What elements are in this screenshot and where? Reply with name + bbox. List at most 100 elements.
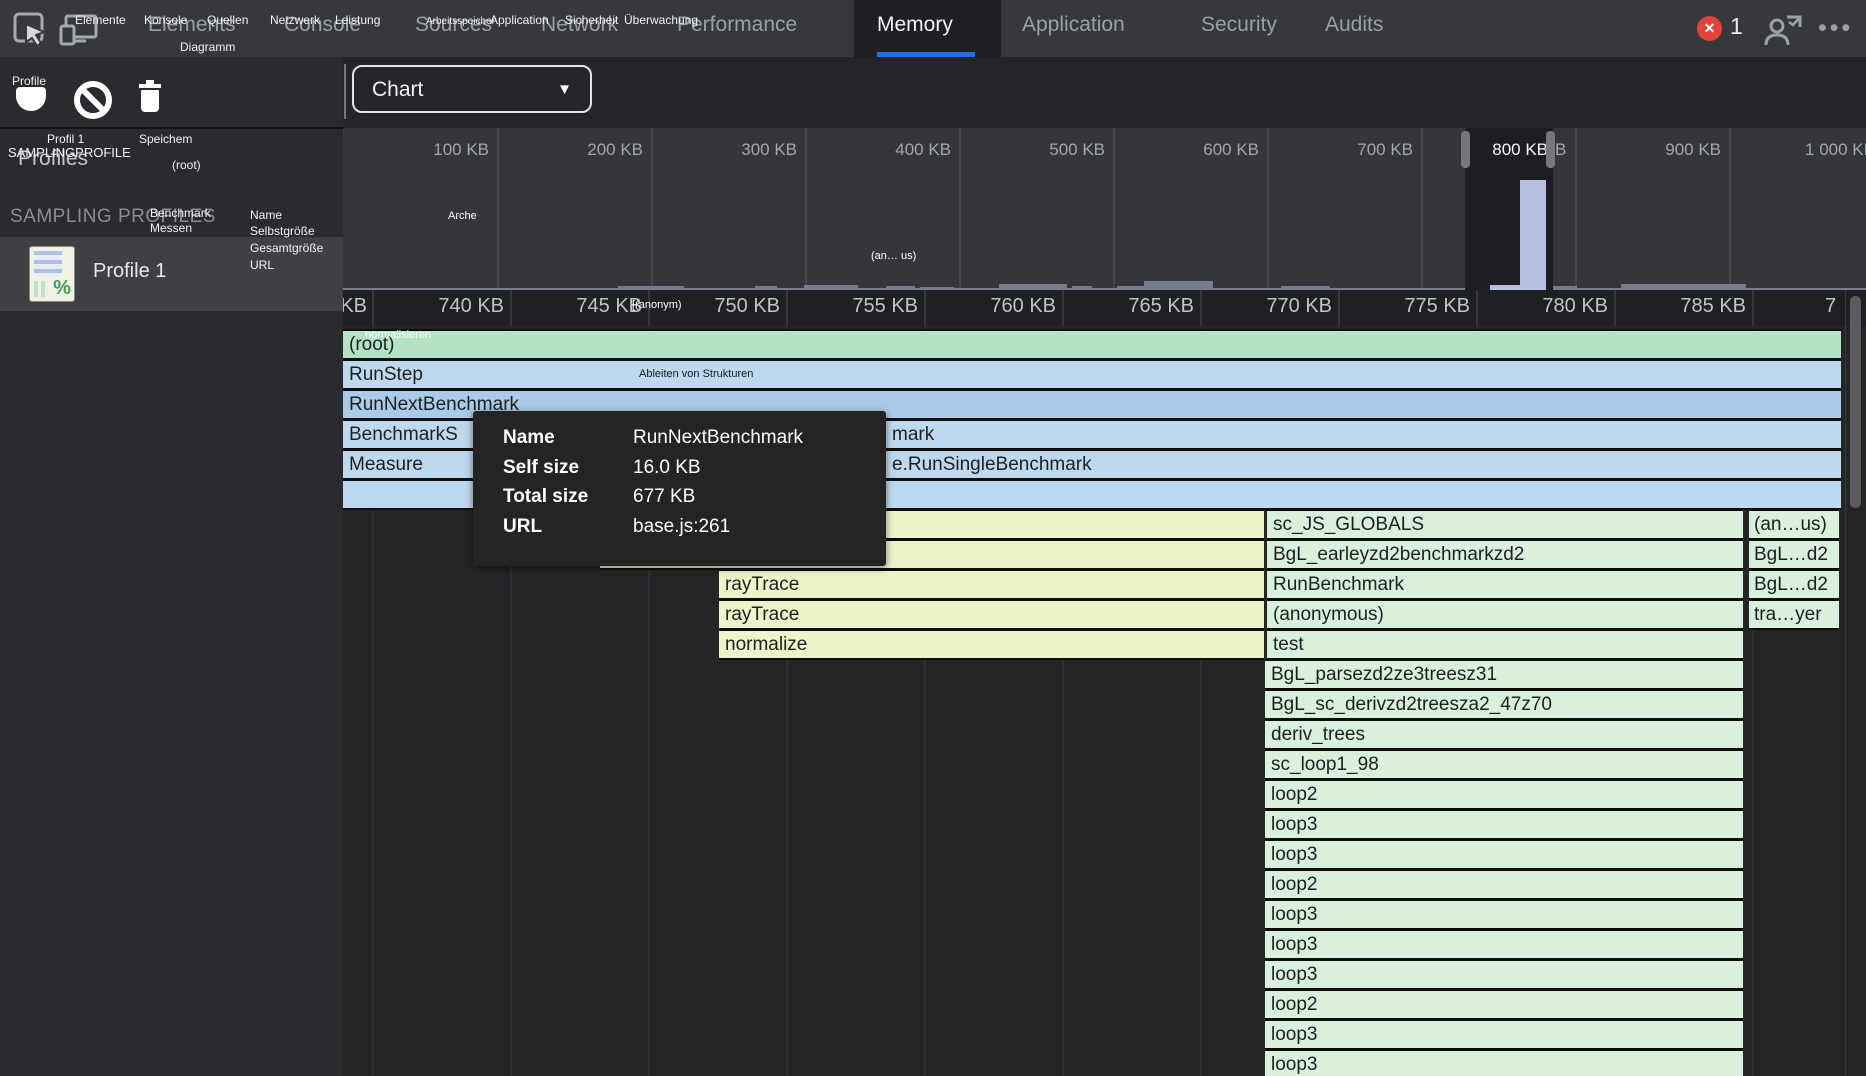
- flame-row: normalizetest: [343, 631, 1846, 658]
- flame-box-label: (an…us): [1754, 511, 1827, 538]
- flame-box[interactable]: [1265, 781, 1743, 808]
- devtools-topbar: ElementsConsoleSourcesNetworkPerformance…: [0, 0, 1866, 57]
- tooltip-row-label: Self size: [503, 457, 579, 479]
- inspect-element-icon[interactable]: [12, 11, 48, 47]
- flame-row: BgL_parsezd2ze3treesz31: [343, 661, 1846, 688]
- flamechart-tooltip: NameRunNextBenchmarkSelf size16.0 KBTota…: [473, 411, 886, 566]
- flame-box[interactable]: [1265, 931, 1743, 958]
- clear-icon[interactable]: [74, 81, 112, 119]
- memory-overview-timeline[interactable]: 100 KB200 KB300 KB400 KB500 KB600 KB700 …: [343, 128, 1866, 290]
- sidebar-overlay-label: Gesamtgröße: [250, 241, 323, 255]
- flame-box-label: sc_JS_GLOBALS: [1273, 511, 1424, 538]
- topbar-overlay-label: Arbeitsspeicher: [426, 16, 495, 27]
- flame-box[interactable]: [1265, 1051, 1743, 1076]
- flame-box[interactable]: [1265, 961, 1743, 988]
- scale-tick-label: 775 KB: [1310, 295, 1470, 318]
- flame-row: loop2: [343, 991, 1846, 1018]
- overview-tick-label: 200 KB: [493, 140, 643, 160]
- scale-tick-label: 780 KB: [1448, 295, 1608, 318]
- flame-box-label: (anonymous): [1273, 601, 1384, 628]
- selection-handle-right[interactable]: [1546, 131, 1555, 168]
- topbar-overlay-label: Netzwerk: [270, 13, 320, 27]
- overview-tick-label: 300 KB: [647, 140, 797, 160]
- flame-box-label: Measure: [349, 451, 423, 478]
- flame-box-label: normalize: [725, 631, 807, 658]
- flame-box[interactable]: [343, 361, 1841, 388]
- flame-row: rayTraceRunBenchmarkBgL…d2: [343, 571, 1846, 598]
- flame-box[interactable]: [1265, 901, 1743, 928]
- scale-tick-label: 745 KB: [482, 295, 642, 318]
- flame-box-label: BgL_earleyzd2benchmarkzd2: [1273, 541, 1524, 568]
- flame-row: loop3: [343, 811, 1846, 838]
- flame-box[interactable]: [719, 571, 1264, 598]
- flame-row: deriv_trees: [343, 721, 1846, 748]
- flame-box[interactable]: [1265, 841, 1743, 868]
- flame-box-label: mark: [892, 421, 934, 448]
- scale-tick-label: 755 KB: [758, 295, 918, 318]
- flame-box-label: BgL…d2: [1754, 571, 1828, 598]
- flame-box[interactable]: [1265, 871, 1743, 898]
- overview-tick-label: 700 KB: [1263, 140, 1413, 160]
- trash-icon[interactable]: [138, 80, 162, 112]
- flame-box-label: loop3: [1271, 841, 1318, 868]
- flame-row: rayTrace (anonymous) tra…yer: [343, 601, 1846, 628]
- record-profile-button[interactable]: [16, 87, 46, 111]
- tab-audits[interactable]: Audits: [1325, 13, 1383, 37]
- tab-application[interactable]: Application: [1022, 13, 1125, 37]
- flame-row: BgL_sc_derivzd2treesza2_47z70: [343, 691, 1846, 718]
- error-badge-icon[interactable]: ✕: [1697, 16, 1722, 41]
- topbar-overlay-label: Elemente: [75, 13, 126, 27]
- scale-tick-label: 760 KB: [896, 295, 1056, 318]
- profile-item-label: Profile 1: [93, 260, 166, 283]
- scale-tick-label: 765 KB: [1034, 295, 1194, 318]
- flame-row: loop3: [343, 961, 1846, 988]
- error-count[interactable]: 1: [1730, 13, 1743, 40]
- sidebar-overlay-label: Selbstgröße: [250, 224, 315, 238]
- overview-tick-label: 500 KB: [955, 140, 1105, 160]
- flame-box-label: loop3: [1271, 811, 1318, 838]
- flame-row: loop2: [343, 781, 1846, 808]
- tab-memory[interactable]: Memory: [877, 13, 953, 37]
- flame-box-label: BgL_sc_derivzd2treesza2_47z70: [1271, 691, 1552, 718]
- flame-row: (root): [343, 331, 1846, 358]
- flame-box-label: Ableiten von Strukturen: [639, 369, 753, 380]
- root-overlay-label: (root): [172, 158, 201, 172]
- tab-security[interactable]: Security: [1201, 13, 1277, 37]
- profiles-sidebar: Profile SAMPLINGPROFILE Profil 1 Speiche…: [0, 57, 344, 1076]
- sidebar-overlay-label: Benchmark: [150, 206, 211, 220]
- flame-box[interactable]: [1265, 1021, 1743, 1048]
- flame-box-label: sc_loop1_98: [1271, 751, 1379, 778]
- overflow-menu-icon[interactable]: •••: [1818, 14, 1853, 43]
- overview-selected-bar: [1520, 180, 1546, 290]
- scrollbar-thumb[interactable]: [1850, 296, 1861, 508]
- flame-box[interactable]: [1267, 631, 1743, 658]
- view-mode-select[interactable]: Chart ▼: [352, 65, 592, 113]
- profil1-overlay-label: Profil 1: [47, 132, 84, 146]
- scale-tick-label: 785 KB: [1586, 295, 1746, 318]
- scale-gridline: [1752, 290, 1754, 326]
- user-feedback-icon[interactable]: [1763, 13, 1803, 47]
- topbar-overlay-label: Überwachung: [624, 13, 698, 27]
- selection-handle-left[interactable]: [1461, 131, 1470, 168]
- sidebar-overlay-label: URL: [250, 258, 274, 272]
- flame-box-label: tra…yer: [1754, 601, 1822, 628]
- flame-box-label: rayTrace: [725, 601, 799, 628]
- flame-box[interactable]: [1265, 991, 1743, 1018]
- flame-box[interactable]: [343, 331, 1841, 358]
- flame-box-label: BgL…d2: [1754, 541, 1828, 568]
- speichern-overlay-label: Speichem: [139, 132, 192, 146]
- flame-row: loop3: [343, 841, 1846, 868]
- flame-box-label: loop3: [1271, 1051, 1318, 1076]
- flame-box-label: loop2: [1271, 871, 1318, 898]
- overview-tick-label: 600 KB: [1109, 140, 1259, 160]
- tooltip-row-value: RunNextBenchmark: [633, 427, 803, 449]
- overview-overlay-label: Arche: [448, 210, 477, 222]
- flame-box[interactable]: [1265, 811, 1743, 838]
- tooltip-row-value: base.js:261: [633, 516, 730, 538]
- flame-box[interactable]: [719, 601, 1264, 628]
- heap-profile-icon: %: [30, 247, 74, 301]
- sampling-overlay-label: SAMPLINGPROFILE: [8, 145, 131, 160]
- overview-overlay-label: (an… us): [871, 250, 916, 262]
- flame-box-label: RunBenchmark: [1273, 571, 1404, 598]
- scale-tick-label: 770 KB: [1172, 295, 1332, 318]
